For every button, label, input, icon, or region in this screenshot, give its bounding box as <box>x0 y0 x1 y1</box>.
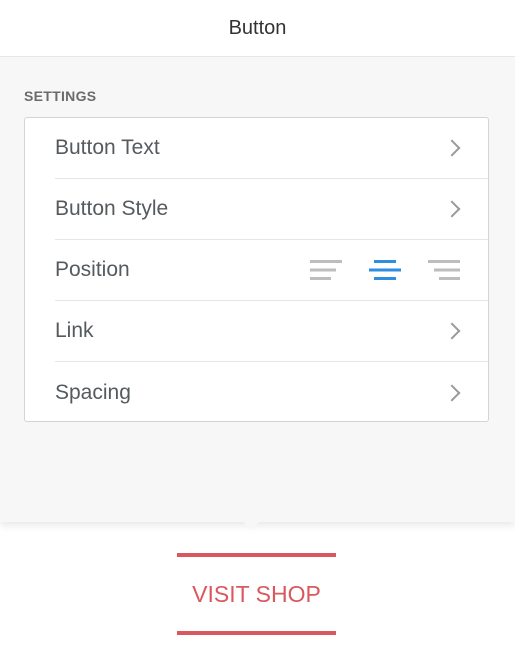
settings-row-link[interactable]: Link <box>55 301 488 362</box>
visit-shop-button[interactable]: VISIT SHOP <box>177 553 336 635</box>
panel-header: Button <box>0 0 515 57</box>
alignment-control <box>310 258 460 282</box>
settings-card: Button Text Button Style Position Link S… <box>24 117 489 422</box>
panel-pointer <box>241 520 261 530</box>
panel-title: Button <box>228 16 287 39</box>
align-left-button[interactable] <box>310 258 342 282</box>
align-left-icon <box>310 260 342 280</box>
settings-row-label: Button Text <box>55 136 160 159</box>
settings-row-label: Link <box>55 319 94 342</box>
settings-row-button-style[interactable]: Button Style <box>55 179 488 240</box>
align-center-icon <box>369 260 401 280</box>
settings-heading: SETTINGS <box>24 88 97 104</box>
align-right-icon <box>428 260 460 280</box>
settings-row-position: Position <box>55 240 488 301</box>
align-center-button[interactable] <box>369 258 401 282</box>
align-right-button[interactable] <box>428 258 460 282</box>
settings-row-button-text[interactable]: Button Text <box>55 118 488 179</box>
settings-panel: Button SETTINGS Button Text Button Style… <box>0 0 515 522</box>
settings-row-spacing[interactable]: Spacing <box>55 362 488 423</box>
settings-row-label: Button Style <box>55 197 169 220</box>
settings-row-label: Spacing <box>55 380 131 404</box>
